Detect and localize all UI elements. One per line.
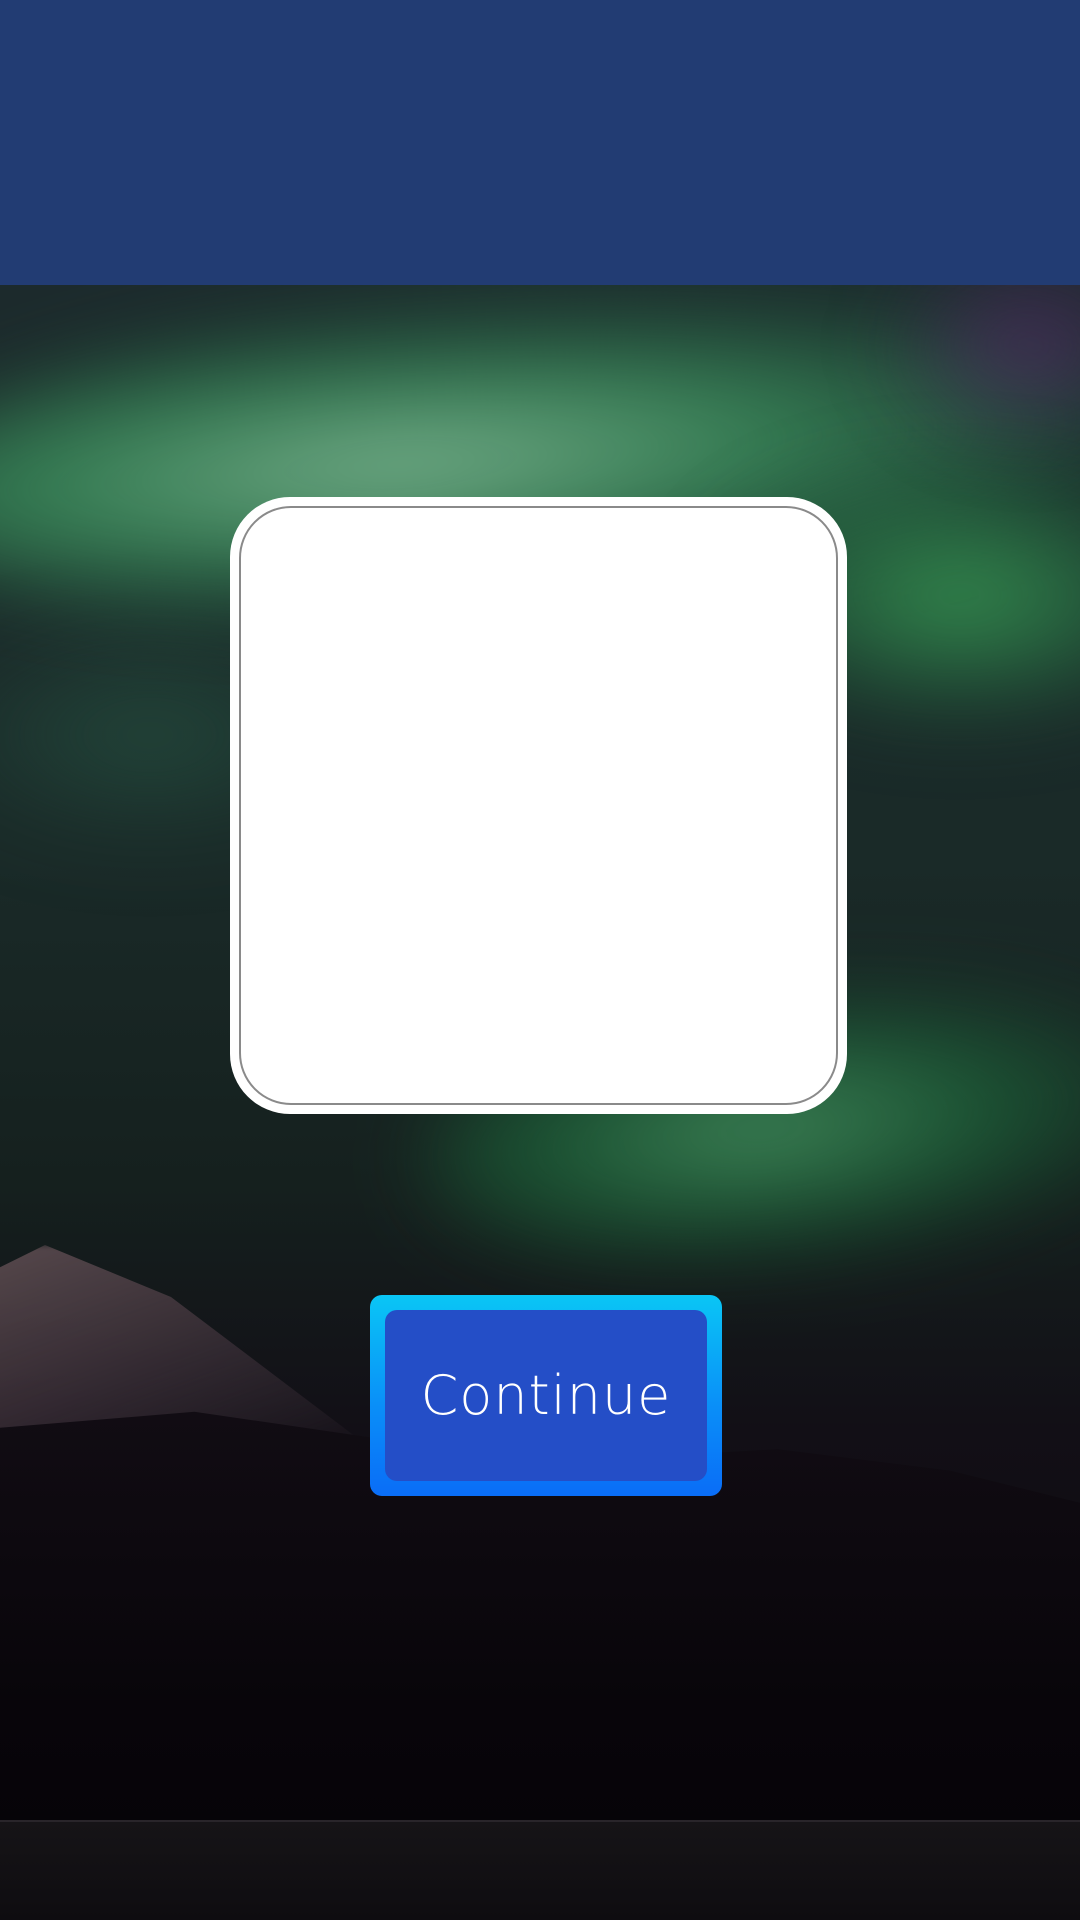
image-card-placeholder	[239, 506, 838, 1105]
lake-water	[0, 1820, 1080, 1920]
continue-button[interactable]: Continue	[370, 1295, 722, 1496]
top-bar	[0, 0, 1080, 285]
app-screen: Continue	[0, 0, 1080, 1920]
continue-button-label: Continue	[420, 1364, 672, 1427]
image-card[interactable]	[230, 497, 847, 1114]
continue-button-face: Continue	[385, 1310, 707, 1481]
